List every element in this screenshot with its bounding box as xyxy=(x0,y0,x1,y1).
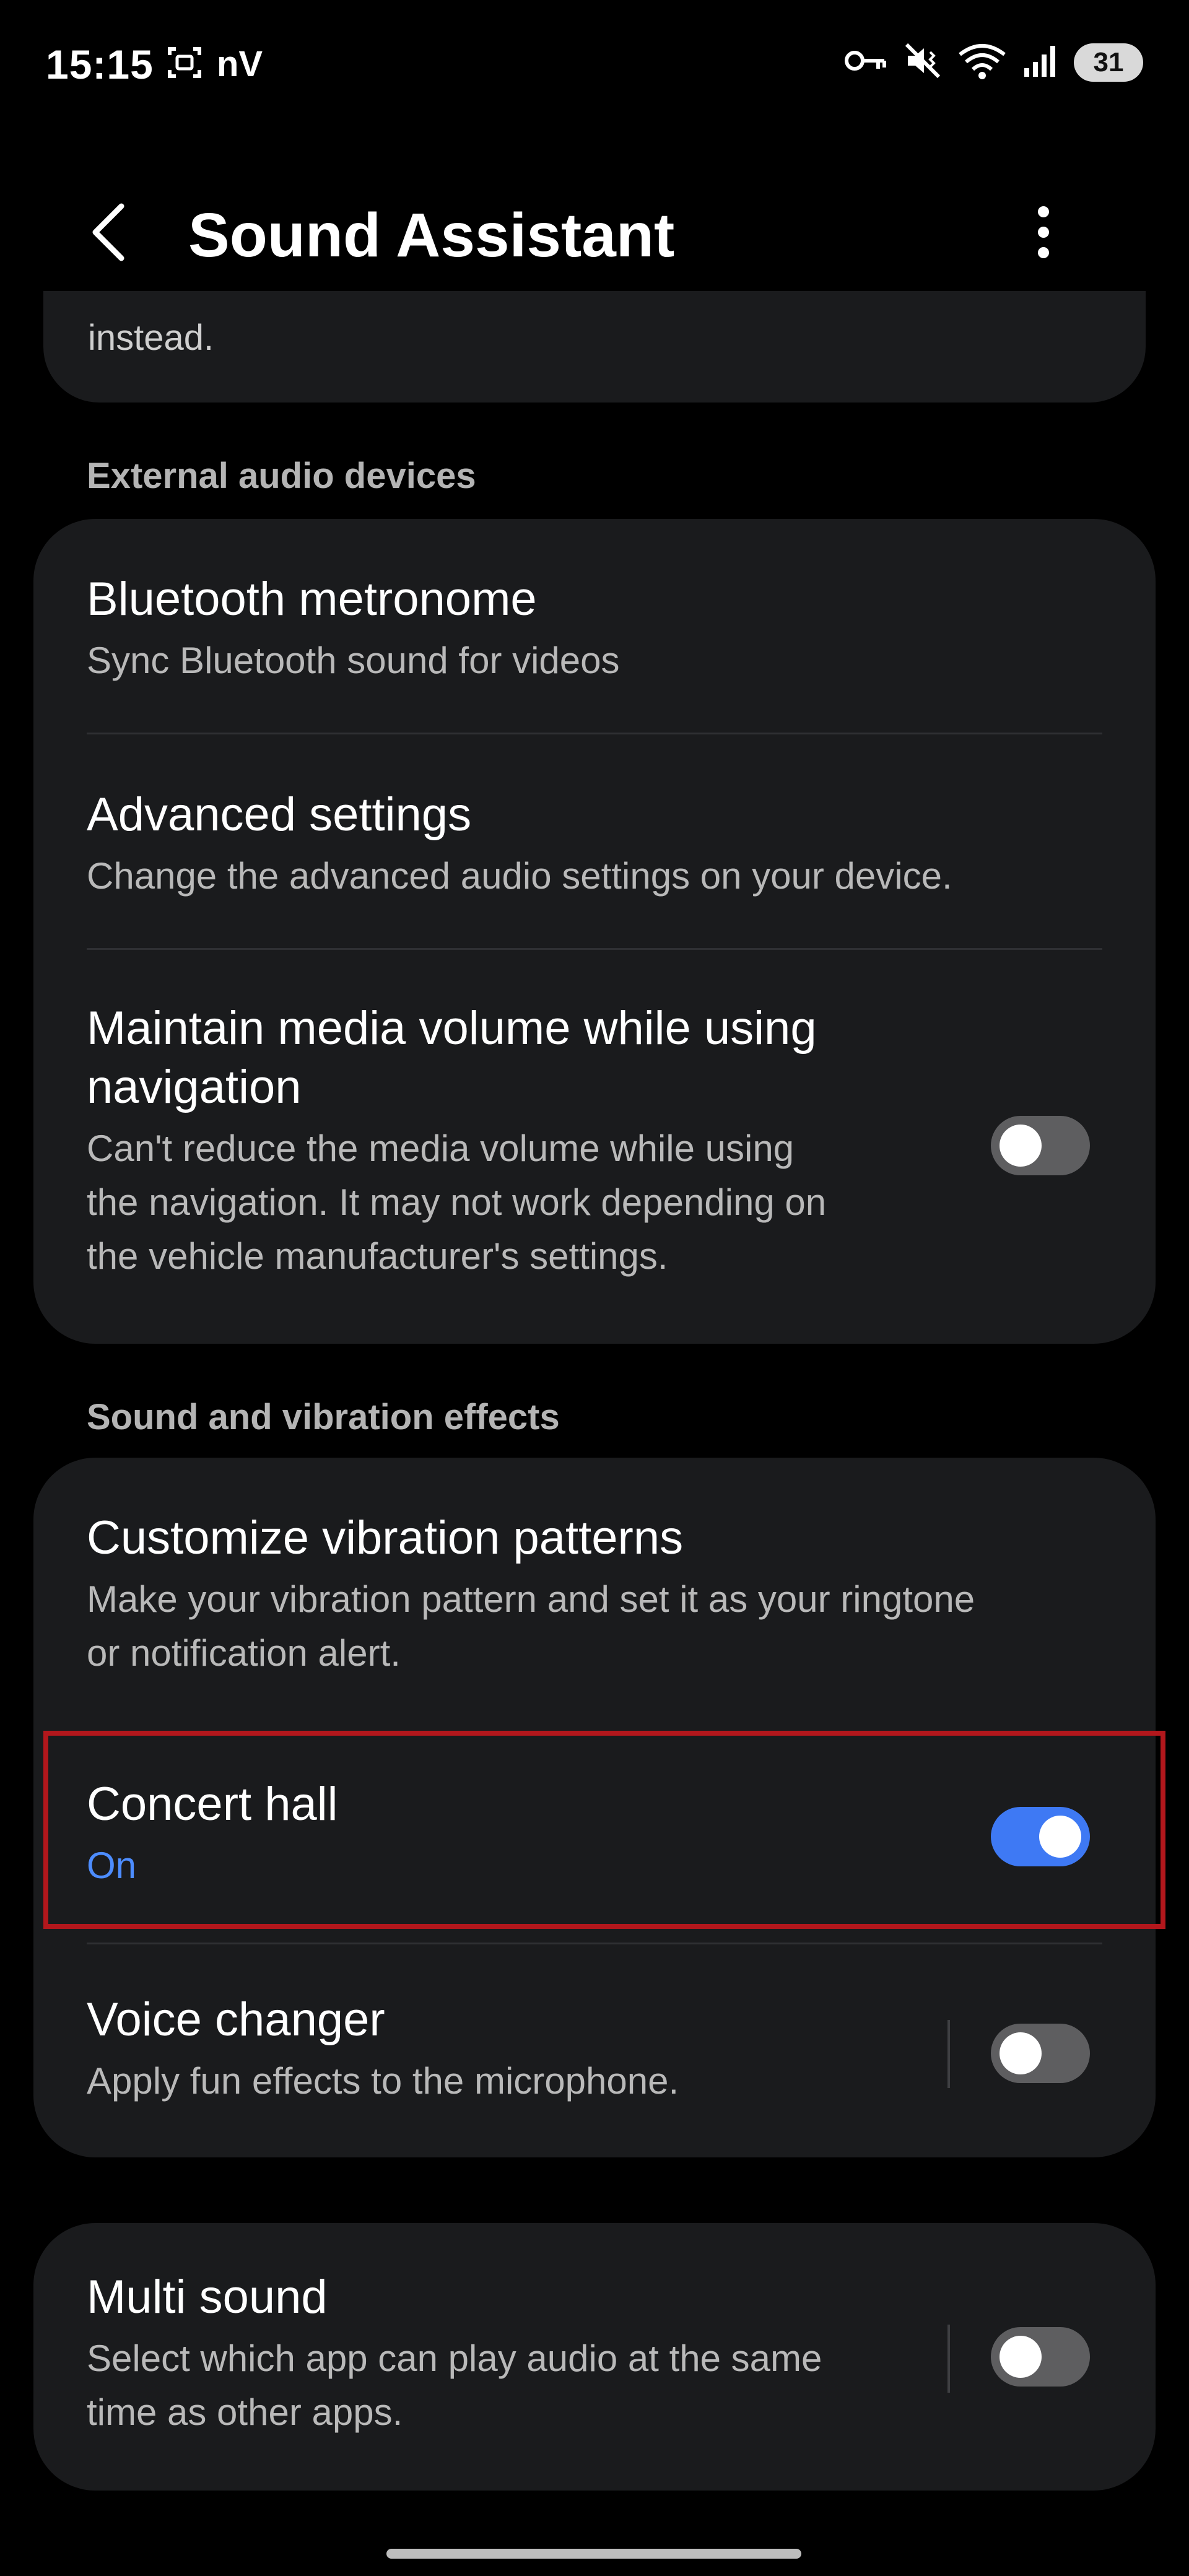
voice-changer-item[interactable]: Voice changer Apply fun effects to the m… xyxy=(87,1990,954,2108)
item-subtitle-line-2: or notification alert. xyxy=(87,1632,401,1674)
sound-vibration-card: Customize vibration patterns Make your v… xyxy=(33,1458,1156,2157)
item-subtitle-line-2: the navigation. It may not work dependin… xyxy=(87,1181,827,1223)
signal-icon xyxy=(1022,42,1059,82)
toggle-knob xyxy=(1000,2032,1042,2074)
vertical-separator xyxy=(947,2325,950,2393)
section-header-external-audio: External audio devices xyxy=(87,456,476,496)
item-title: Concert hall xyxy=(87,1778,338,1830)
item-title: Multi sound xyxy=(87,2271,328,2323)
bluetooth-metronome-item[interactable]: Bluetooth metronome Sync Bluetooth sound… xyxy=(87,570,1102,687)
section-header-sound-vibration: Sound and vibration effects xyxy=(87,1397,560,1437)
toggle-knob xyxy=(1000,1125,1042,1167)
nv-icon: nV xyxy=(217,44,263,84)
divider xyxy=(87,948,1102,950)
item-subtitle: Change the advanced audio settings on yo… xyxy=(87,855,952,897)
multi-sound-toggle[interactable] xyxy=(991,2327,1090,2387)
previous-setting-card: instead. xyxy=(43,291,1146,402)
external-audio-card: Bluetooth metronome Sync Bluetooth sound… xyxy=(33,519,1156,1344)
divider xyxy=(87,733,1102,734)
item-title: Customize vibration patterns xyxy=(87,1512,684,1564)
item-subtitle: Sync Bluetooth sound for videos xyxy=(87,640,620,681)
item-subtitle-line-2: time as other apps. xyxy=(87,2391,403,2433)
item-status: On xyxy=(87,1845,137,1886)
screen-capture-icon xyxy=(166,44,203,84)
concert-hall-item[interactable]: Concert hall On xyxy=(87,1775,954,1892)
advanced-settings-item[interactable]: Advanced settings Change the advanced au… xyxy=(87,785,1102,903)
item-subtitle: Apply fun effects to the microphone. xyxy=(87,2060,679,2102)
vpn-key-icon xyxy=(843,45,888,79)
divider xyxy=(87,1943,1102,1944)
back-button[interactable] xyxy=(74,198,142,266)
customize-vibration-item[interactable]: Customize vibration patterns Make your v… xyxy=(87,1508,1102,1680)
status-time: 15:15 xyxy=(46,41,154,87)
mute-vibrate-icon xyxy=(903,41,943,84)
back-arrow-icon xyxy=(92,203,124,261)
page-title: Sound Assistant xyxy=(188,201,675,270)
battery-indicator: 31 xyxy=(1074,43,1143,82)
maintain-media-volume-toggle[interactable] xyxy=(991,1116,1090,1175)
partial-description: instead. xyxy=(88,318,214,358)
concert-hall-toggle[interactable] xyxy=(991,1807,1090,1866)
item-subtitle-line-1: Select which app can play audio at the s… xyxy=(87,2338,822,2379)
toggle-knob xyxy=(1000,2336,1042,2378)
status-left-icons: nV xyxy=(166,43,263,85)
status-bar: 15:15 nV 31 xyxy=(0,0,1189,130)
more-options-button[interactable] xyxy=(1009,198,1078,266)
multi-sound-item[interactable]: Multi sound Select which app can play au… xyxy=(87,2268,954,2439)
vertical-separator xyxy=(947,2020,950,2088)
item-subtitle-line-3: the vehicle manufacturer's settings. xyxy=(87,1235,668,1277)
multi-sound-card: Multi sound Select which app can play au… xyxy=(33,2223,1156,2491)
item-subtitle-line-1: Can't reduce the media volume while usin… xyxy=(87,1128,795,1169)
item-subtitle-line-1: Make your vibration pattern and set it a… xyxy=(87,1578,975,1620)
app-bar: Sound Assistant xyxy=(0,173,1189,297)
item-title-line-1: Maintain media volume while using xyxy=(87,1002,817,1055)
toggle-knob xyxy=(1039,1816,1081,1858)
wifi-icon xyxy=(957,41,1007,84)
item-title: Bluetooth metronome xyxy=(87,573,537,625)
item-title: Voice changer xyxy=(87,1993,385,2046)
item-title: Advanced settings xyxy=(87,788,472,841)
status-right-icons: 31 xyxy=(843,41,1143,84)
maintain-media-volume-item[interactable]: Maintain media volume while using naviga… xyxy=(87,999,966,1283)
more-vertical-icon xyxy=(1038,206,1049,258)
item-title-line-2: navigation xyxy=(87,1061,302,1113)
home-indicator[interactable] xyxy=(386,2549,801,2559)
voice-changer-toggle[interactable] xyxy=(991,2024,1090,2083)
